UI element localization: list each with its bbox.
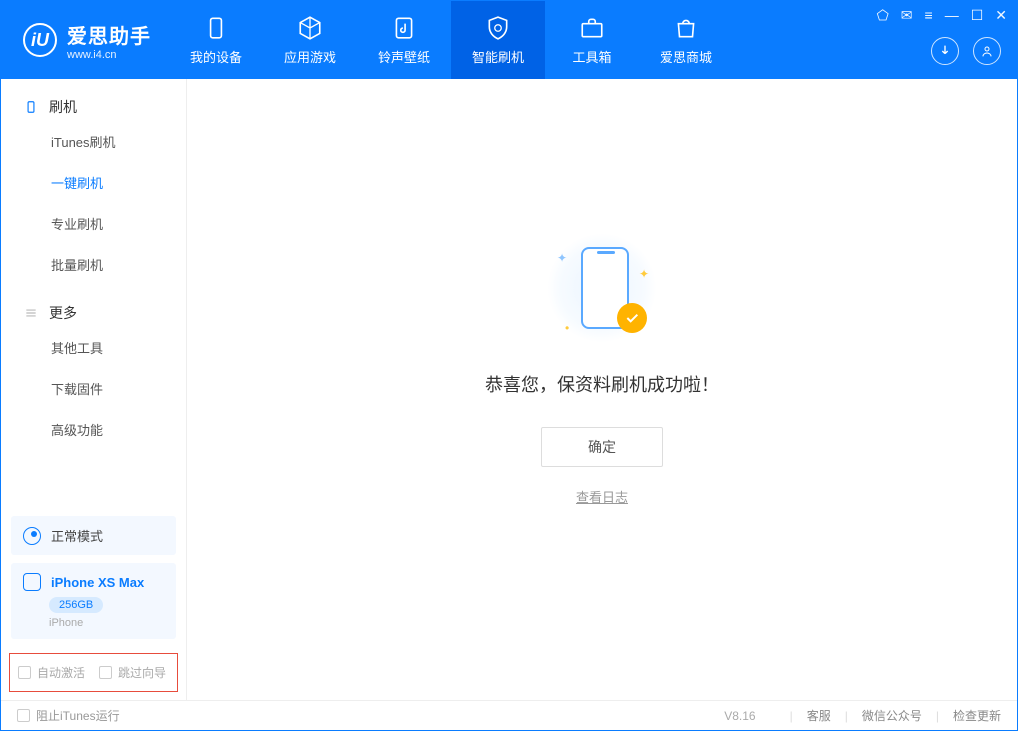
footer-link-update[interactable]: 检查更新 — [953, 707, 1001, 724]
success-message: 恭喜您，保资料刷机成功啦！ — [485, 371, 719, 397]
status-bar: 阻止iTunes运行 V8.16 | 客服 | 微信公众号 | 检查更新 — [1, 700, 1017, 730]
sidebar-item-download-firmware[interactable]: 下载固件 — [1, 368, 186, 409]
user-icon — [979, 43, 995, 59]
nav-ringtones[interactable]: 铃声壁纸 — [357, 1, 451, 79]
device-type: iPhone — [49, 617, 164, 629]
cube-icon — [297, 15, 323, 41]
checkbox-icon — [18, 666, 31, 679]
device-icon — [203, 15, 229, 41]
app-title: 爱思助手 — [67, 20, 151, 49]
skin-icon[interactable]: ⬠ — [877, 7, 889, 24]
ok-button[interactable]: 确定 — [541, 427, 663, 467]
checkbox-icon — [99, 666, 112, 679]
sidebar-item-oneclick-flash[interactable]: 一键刷机 — [1, 162, 186, 203]
bag-icon — [673, 15, 699, 41]
device-mode-label: 正常模式 — [51, 526, 103, 545]
download-button[interactable] — [931, 37, 959, 65]
device-storage-badge: 256GB — [49, 597, 103, 613]
sidebar: 刷机 iTunes刷机 一键刷机 专业刷机 批量刷机 更多 其他工具 下载固件 … — [1, 79, 187, 700]
app-logo: iU 爱思助手 www.i4.cn — [1, 1, 169, 79]
list-icon — [23, 305, 39, 321]
sidebar-section-flash: 刷机 — [1, 79, 186, 121]
close-button[interactable]: ✕ — [995, 7, 1007, 24]
phone-icon — [23, 99, 39, 115]
top-nav: 我的设备 应用游戏 铃声壁纸 智能刷机 工具箱 爱思商城 — [169, 1, 733, 79]
sidebar-item-advanced[interactable]: 高级功能 — [1, 409, 186, 450]
device-mode-box[interactable]: 正常模式 — [11, 516, 176, 555]
checkbox-stop-itunes[interactable]: 阻止iTunes运行 — [17, 707, 120, 724]
sidebar-item-other-tools[interactable]: 其他工具 — [1, 327, 186, 368]
sidebar-item-itunes-flash[interactable]: iTunes刷机 — [1, 121, 186, 162]
header-right-actions — [931, 37, 1001, 65]
nav-smart-flash[interactable]: 智能刷机 — [451, 1, 545, 79]
checkbox-auto-activate[interactable]: 自动激活 — [18, 664, 85, 681]
app-subtitle: www.i4.cn — [67, 49, 151, 61]
mode-icon — [23, 527, 41, 545]
logo-icon: iU — [23, 23, 57, 57]
nav-toolbox[interactable]: 工具箱 — [545, 1, 639, 79]
footer-link-wechat[interactable]: 微信公众号 — [862, 707, 922, 724]
footer-link-cs[interactable]: 客服 — [807, 707, 831, 724]
feedback-icon[interactable]: ✉ — [901, 7, 913, 24]
view-log-link[interactable]: 查看日志 — [576, 487, 628, 506]
device-name: iPhone XS Max — [51, 575, 144, 590]
download-icon — [937, 43, 953, 59]
check-icon — [617, 303, 647, 333]
minimize-button[interactable]: — — [945, 7, 959, 24]
success-illustration: ✦ ✦ • — [547, 233, 657, 343]
sidebar-item-pro-flash[interactable]: 专业刷机 — [1, 203, 186, 244]
version-label: V8.16 — [724, 709, 755, 723]
nav-apps-games[interactable]: 应用游戏 — [263, 1, 357, 79]
window-controls: ⬠ ✉ ≡ — ☐ ✕ — [877, 7, 1007, 24]
music-file-icon — [391, 15, 417, 41]
bottom-options-highlighted: 自动激活 跳过向导 — [9, 653, 178, 692]
device-info-box[interactable]: iPhone XS Max 256GB iPhone — [11, 563, 176, 639]
nav-store[interactable]: 爱思商城 — [639, 1, 733, 79]
user-button[interactable] — [973, 37, 1001, 65]
main-content: ✦ ✦ • 恭喜您，保资料刷机成功啦！ 确定 查看日志 — [187, 79, 1017, 700]
sidebar-item-batch-flash[interactable]: 批量刷机 — [1, 244, 186, 285]
app-header: iU 爱思助手 www.i4.cn 我的设备 应用游戏 铃声壁纸 智能刷机 工具… — [1, 1, 1017, 79]
checkbox-icon — [17, 709, 30, 722]
nav-my-device[interactable]: 我的设备 — [169, 1, 263, 79]
maximize-button[interactable]: ☐ — [971, 7, 984, 24]
device-small-icon — [23, 573, 41, 591]
shield-refresh-icon — [485, 15, 511, 41]
sidebar-section-more: 更多 — [1, 285, 186, 327]
briefcase-icon — [579, 15, 605, 41]
menu-icon[interactable]: ≡ — [925, 7, 933, 24]
checkbox-skip-wizard[interactable]: 跳过向导 — [99, 664, 166, 681]
